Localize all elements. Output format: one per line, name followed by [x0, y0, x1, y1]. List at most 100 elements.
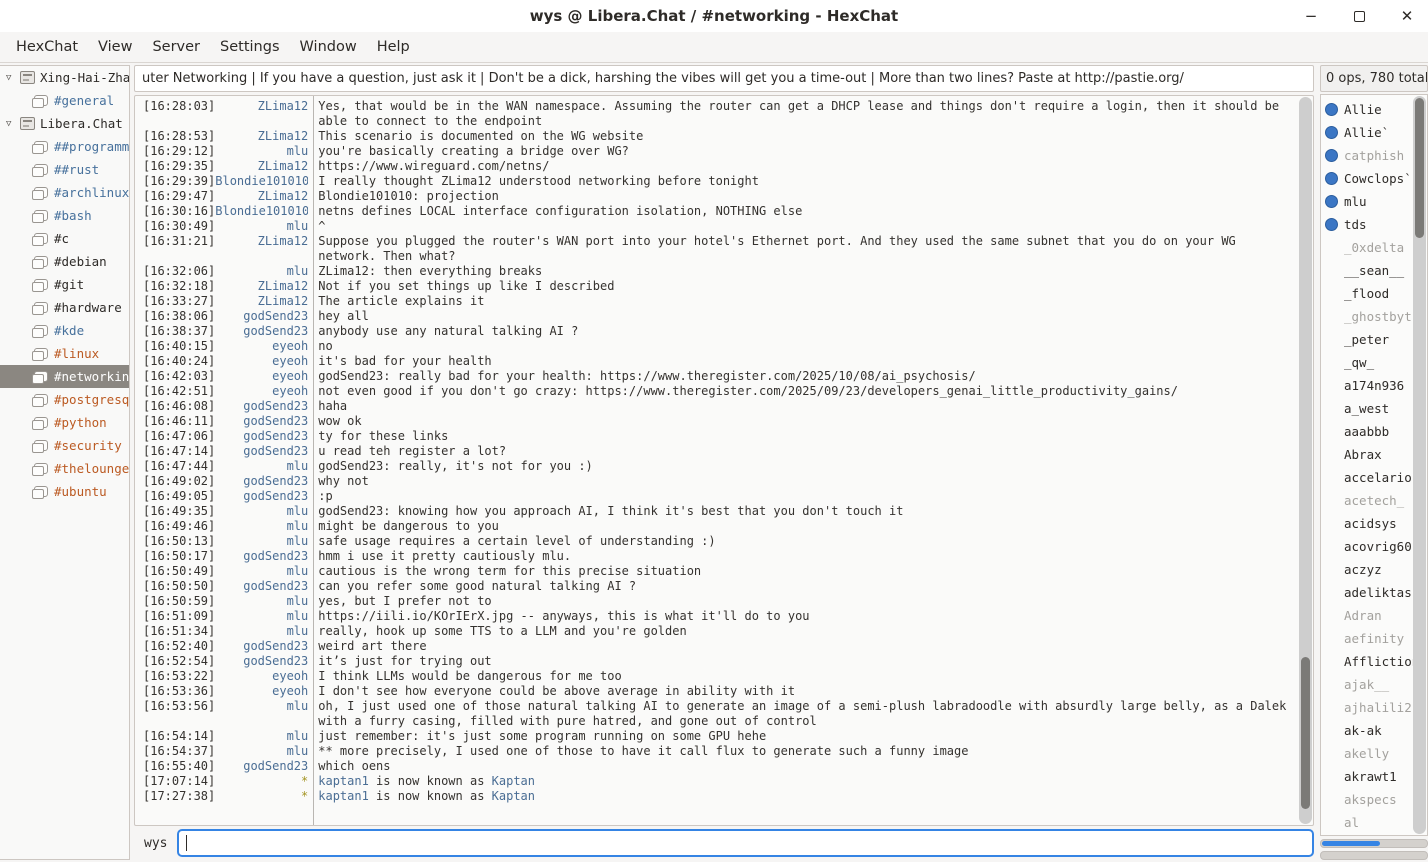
expander-icon[interactable]: ▽	[6, 119, 18, 129]
user-list-item[interactable]: acetech_	[1321, 489, 1414, 512]
tree-item-general[interactable]: #general	[0, 89, 129, 112]
menu-view[interactable]: View	[88, 35, 142, 59]
tree-item-python[interactable]: #python	[0, 411, 129, 434]
tree-item-linux[interactable]: #linux	[0, 342, 129, 365]
user-list-item[interactable]: _ghostbyt	[1321, 305, 1414, 328]
message-nick[interactable]: godSend23	[215, 324, 308, 339]
menu-server[interactable]: Server	[142, 35, 210, 59]
nick-reference[interactable]: Kaptan	[492, 789, 535, 803]
message-nick[interactable]: mlu	[215, 744, 308, 759]
user-list-item[interactable]: Allie	[1321, 98, 1414, 121]
message-nick[interactable]: ZLima12	[215, 294, 308, 309]
message-nick[interactable]: godSend23	[215, 429, 308, 444]
message-nick[interactable]: ZLima12	[215, 189, 308, 204]
tree-item-debian[interactable]: #debian	[0, 250, 129, 273]
message-nick[interactable]: eyeoh	[215, 354, 308, 369]
minimize-icon[interactable]: −	[1300, 5, 1322, 27]
user-list-item[interactable]: Allie`	[1321, 121, 1414, 144]
tree-item-hardware[interactable]: #hardware	[0, 296, 129, 319]
message-nick[interactable]: ZLima12	[215, 99, 308, 129]
user-list-item[interactable]: _qw_	[1321, 351, 1414, 374]
userlist-scrollbar-thumb[interactable]	[1415, 98, 1424, 238]
message-nick[interactable]: eyeoh	[215, 339, 308, 354]
user-list-item[interactable]: _flood	[1321, 282, 1414, 305]
message-nick[interactable]: godSend23	[215, 444, 308, 459]
close-icon[interactable]: ✕	[1396, 5, 1418, 27]
message-nick[interactable]: ZLima12	[215, 279, 308, 294]
message-nick[interactable]: godSend23	[215, 489, 308, 504]
message-nick[interactable]: godSend23	[215, 474, 308, 489]
user-list-item[interactable]: ajak__	[1321, 673, 1414, 696]
user-list-item[interactable]: a174n936	[1321, 374, 1414, 397]
message-nick[interactable]: Blondie101010	[215, 204, 308, 219]
message-nick[interactable]: godSend23	[215, 309, 308, 324]
message-nick[interactable]: mlu	[215, 519, 308, 534]
user-list-item[interactable]: akrawt1	[1321, 765, 1414, 788]
user-list-item[interactable]: mlu	[1321, 190, 1414, 213]
message-nick[interactable]: eyeoh	[215, 669, 308, 684]
message-nick[interactable]: godSend23	[215, 639, 308, 654]
user-list-item[interactable]: al	[1321, 811, 1414, 834]
tree-item-liberachat[interactable]: ▽Libera.Chat	[0, 112, 129, 135]
message-nick[interactable]: mlu	[215, 609, 308, 624]
tree-item-rust[interactable]: ##rust	[0, 158, 129, 181]
userlist-hscrollbar-thumb[interactable]	[1322, 841, 1380, 846]
user-list-item[interactable]: akspecs	[1321, 788, 1414, 811]
message-nick[interactable]: mlu	[215, 564, 308, 579]
tree-item-postgresql[interactable]: #postgresql	[0, 388, 129, 411]
userlist-hscrollbar[interactable]	[1320, 839, 1428, 848]
tree-item-security[interactable]: #security	[0, 434, 129, 457]
message-nick[interactable]: godSend23	[215, 399, 308, 414]
message-nick[interactable]: godSend23	[215, 414, 308, 429]
menu-help[interactable]: Help	[367, 35, 420, 59]
user-list-item[interactable]: __sean__	[1321, 259, 1414, 282]
message-nick[interactable]: mlu	[215, 699, 308, 729]
user-list-item[interactable]: catphish	[1321, 144, 1414, 167]
message-input[interactable]	[177, 829, 1314, 857]
tree-item-archlinux[interactable]: #archlinux	[0, 181, 129, 204]
chat-scrollbar[interactable]	[1299, 97, 1312, 824]
message-nick[interactable]: mlu	[215, 624, 308, 639]
tree-item-ubuntu[interactable]: #ubuntu	[0, 480, 129, 503]
user-list-item[interactable]: _peter	[1321, 328, 1414, 351]
message-nick[interactable]: eyeoh	[215, 369, 308, 384]
tree-item-kde[interactable]: #kde	[0, 319, 129, 342]
message-nick[interactable]: mlu	[215, 144, 308, 159]
message-nick[interactable]: ZLima12	[215, 129, 308, 144]
menu-settings[interactable]: Settings	[210, 35, 289, 59]
message-nick[interactable]: mlu	[215, 729, 308, 744]
tree-item-bash[interactable]: #bash	[0, 204, 129, 227]
userlist-scrollbar[interactable]	[1413, 96, 1426, 834]
user-list-item[interactable]: a_west	[1321, 397, 1414, 420]
message-nick[interactable]: mlu	[215, 594, 308, 609]
message-nick[interactable]: eyeoh	[215, 384, 308, 399]
message-nick[interactable]: Blondie101010	[215, 174, 308, 189]
user-list-item[interactable]: Cowclops`	[1321, 167, 1414, 190]
message-nick[interactable]: godSend23	[215, 579, 308, 594]
user-list-item[interactable]: accelario	[1321, 466, 1414, 489]
user-list-item[interactable]: tds	[1321, 213, 1414, 236]
user-list-item[interactable]: acovrig60	[1321, 535, 1414, 558]
tree-item-c[interactable]: #c	[0, 227, 129, 250]
user-list-item[interactable]: aefinity	[1321, 627, 1414, 650]
topic-bar[interactable]: uter Networking | If you have a question…	[134, 65, 1314, 92]
message-nick[interactable]: ZLima12	[215, 234, 308, 264]
user-list-item[interactable]: ajhalili2	[1321, 696, 1414, 719]
maximize-icon[interactable]	[1348, 5, 1370, 27]
menu-hexchat[interactable]: HexChat	[6, 35, 88, 59]
user-list-item[interactable]: Adran	[1321, 604, 1414, 627]
tree-item-xinghaizhan[interactable]: ▽Xing-Hai-Zhan	[0, 66, 129, 89]
user-list-item[interactable]: Abrax	[1321, 443, 1414, 466]
message-nick[interactable]: mlu	[215, 459, 308, 474]
user-list-item[interactable]: akelly	[1321, 742, 1414, 765]
user-list-item[interactable]: aczyz	[1321, 558, 1414, 581]
user-list-item[interactable]: aaabbb	[1321, 420, 1414, 443]
nick-reference[interactable]: kaptan1	[318, 789, 369, 803]
tree-item-git[interactable]: #git	[0, 273, 129, 296]
message-nick[interactable]: mlu	[215, 264, 308, 279]
message-nick[interactable]: godSend23	[215, 759, 308, 774]
message-nick[interactable]: mlu	[215, 219, 308, 234]
user-list-item[interactable]: ak-ak	[1321, 719, 1414, 742]
tree-item-networking[interactable]: #networking	[0, 365, 129, 388]
user-list-item[interactable]: adeliktas	[1321, 581, 1414, 604]
